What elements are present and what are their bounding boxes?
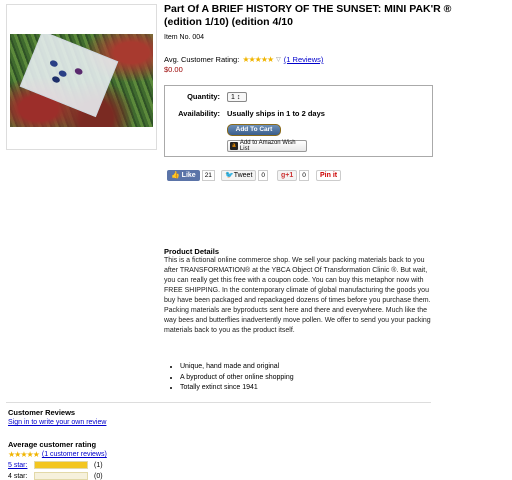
item-number: Item No. 004 (164, 34, 205, 41)
feature-list: Unique, hand made and original A byprodu… (172, 362, 294, 394)
like-label: Like (181, 172, 196, 179)
rating-bar-row[interactable]: 4 star: (0) (8, 472, 103, 480)
details-body: This is a fictional online commerce shop… (164, 257, 431, 334)
reviews-link[interactable]: (1 Reviews) (284, 55, 324, 64)
customer-rating: Avg. Customer Rating: ★★★★★ ▽ (1 Reviews… (164, 55, 323, 64)
star-rating-icon: ★★★★★ (242, 55, 274, 64)
tweet-count: 0 (258, 170, 269, 181)
details-heading: Product Details (164, 247, 220, 256)
tweet-widget[interactable]: 🐦Tweet 0 (221, 170, 269, 181)
add-to-wishlist-button[interactable]: a Add to Amazon Wish List (227, 140, 307, 152)
product-image[interactable] (10, 34, 153, 127)
write-review-link[interactable]: Sign in to write your own review (8, 419, 106, 426)
rating-bar-row[interactable]: 5 star: (1) (8, 461, 103, 469)
rating-bar-count: (0) (94, 472, 103, 480)
twitter-bird-icon: 🐦 (225, 172, 234, 179)
thumbs-up-icon: 👍 (171, 172, 180, 179)
rating-bar-label: 4 star: (8, 472, 28, 480)
rating-bar-count: (1) (94, 461, 103, 469)
google-plus-widget[interactable]: g+1 0 (277, 170, 309, 181)
list-item: Totally extinct since 1941 (180, 383, 294, 394)
average-rating-row: ★★★★★ (1 customer reviews) (8, 450, 107, 459)
gplus-label: +1 (285, 172, 294, 179)
average-rating-heading: Average customer rating (8, 440, 97, 449)
chevron-down-icon[interactable]: ▽ (276, 56, 281, 63)
rating-bar-label[interactable]: 5 star: (8, 462, 34, 469)
star-rating-icon: ★★★★★ (8, 450, 40, 459)
tweet-label: Tweet (233, 172, 253, 179)
customer-reviews-link[interactable]: (1 customer reviews) (42, 451, 107, 458)
rating-bar-track (34, 472, 88, 480)
amazon-icon: a (230, 142, 238, 150)
availability-value: Usually ships in 1 to 2 days (227, 109, 325, 118)
list-item: Unique, hand made and original (180, 362, 294, 373)
quantity-label: Quantity: (187, 92, 220, 101)
add-to-cart-button[interactable]: Add To Cart (227, 124, 281, 136)
like-count: 21 (201, 170, 215, 181)
pinterest-widget[interactable]: Pin it (316, 170, 342, 181)
divider (6, 402, 431, 403)
rating-bar-fill (35, 462, 87, 468)
product-title: Part Of A BRIEF HISTORY OF THE SUNSET: M… (164, 3, 452, 28)
rating-label: Avg. Customer Rating: (164, 55, 240, 64)
reviews-heading: Customer Reviews (8, 408, 76, 417)
quantity-select[interactable]: 1 ↕ (227, 92, 247, 102)
plastic-bag-graphic (19, 34, 119, 118)
availability-label: Availability: (178, 109, 220, 118)
wishlist-label: Add to Amazon Wish List (239, 140, 296, 152)
list-item: A byproduct of other online shopping (180, 373, 294, 384)
rating-bar-track (34, 461, 88, 469)
gplus-count: 0 (299, 170, 309, 181)
pin-it-label: Pin it (316, 170, 342, 181)
facebook-like-widget[interactable]: 👍 Like 21 (167, 170, 215, 181)
product-price: $0.00 (164, 65, 183, 74)
